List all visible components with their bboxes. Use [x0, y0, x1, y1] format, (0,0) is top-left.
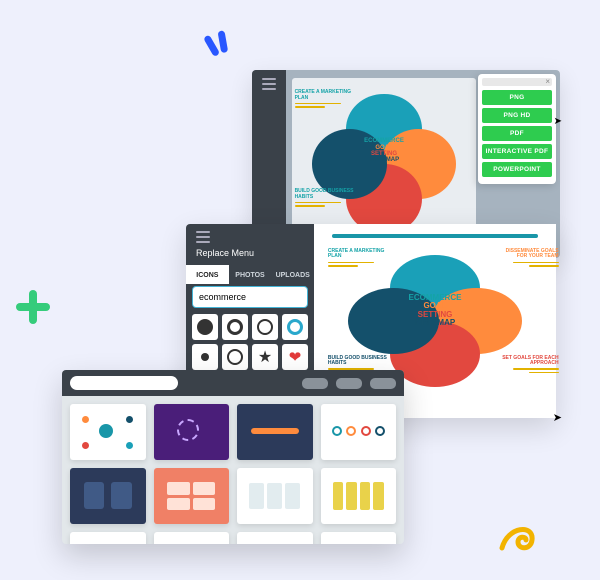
template-thumb[interactable] — [70, 468, 146, 524]
node-bottom: SET GOALS FOR EACH APPROACH — [497, 356, 559, 376]
hamburger-icon[interactable] — [262, 78, 276, 93]
star-icon: ★ — [258, 347, 272, 367]
icon-option[interactable] — [282, 314, 308, 340]
export-option-png[interactable]: PNG — [482, 90, 552, 105]
close-icon[interactable]: × — [545, 77, 550, 86]
template-thumb[interactable] — [154, 532, 230, 544]
icon-option[interactable]: ❤ — [282, 344, 308, 370]
template-thumb[interactable] — [237, 532, 313, 544]
toolbar-pill[interactable] — [370, 378, 396, 389]
icon-option[interactable] — [192, 344, 218, 370]
cursor-icon: ➤ — [553, 411, 562, 424]
replace-panel-title: Replace Menu — [196, 248, 304, 258]
gallery-search[interactable] — [70, 376, 178, 390]
heart-icon: ❤ — [289, 348, 302, 366]
template-thumb[interactable] — [70, 404, 146, 460]
icon-option[interactable] — [222, 344, 248, 370]
hamburger-icon[interactable] — [196, 231, 210, 246]
template-thumb[interactable] — [154, 468, 230, 524]
mindmap-diagram: ECOMMERCE GOAL SETTING MIND MAP CREATE A… — [298, 84, 470, 244]
icon-option[interactable] — [192, 314, 218, 340]
node-right: DISSEMINATE GOALS FOR YOUR TEAM — [497, 249, 559, 269]
toolbar-pill[interactable] — [336, 378, 362, 389]
export-option-ppt[interactable]: POWERPOINT — [482, 162, 552, 177]
template-thumb[interactable] — [237, 404, 313, 460]
decoration-swirl — [498, 518, 540, 554]
icon-search[interactable] — [192, 286, 308, 308]
export-menu: × PNG PNG HD PDF INTERACTIVE PDF POWERPO… — [478, 74, 556, 184]
icon-option[interactable]: ★ — [252, 344, 278, 370]
node-left: BUILD GOOD BUSINESS HABITS — [295, 189, 357, 209]
template-thumb[interactable] — [321, 532, 397, 544]
mindmap-title: ECOMMERCE GOAL SETTING MIND MAP — [394, 294, 476, 328]
tab-icons[interactable]: ICONS — [186, 265, 229, 284]
icon-option[interactable] — [222, 314, 248, 340]
template-thumb[interactable] — [321, 404, 397, 460]
template-thumb[interactable] — [321, 468, 397, 524]
replace-tabs: ICONS PHOTOS UPLOADS — [186, 265, 314, 284]
export-option-intpdf[interactable]: INTERACTIVE PDF — [482, 144, 552, 159]
toolbar-pill[interactable] — [302, 378, 328, 389]
tab-uploads[interactable]: UPLOADS — [271, 265, 314, 284]
search-input[interactable] — [199, 292, 316, 302]
tab-photos[interactable]: PHOTOS — [229, 265, 272, 284]
export-option-pnghd[interactable]: PNG HD — [482, 108, 552, 123]
export-menu-header: × — [482, 78, 552, 86]
decoration-dashes — [201, 28, 239, 66]
gallery-toolbar — [62, 370, 404, 396]
mindmap-title: ECOMMERCE GOAL SETTING MIND MAP — [350, 138, 419, 163]
template-grid — [62, 396, 404, 544]
node-top: CREATE A MARKETING PLAN — [295, 90, 357, 110]
export-option-pdf[interactable]: PDF — [482, 126, 552, 141]
cursor-icon: ➤ — [554, 116, 562, 127]
canvas-header-bar — [332, 234, 538, 238]
template-thumb[interactable] — [70, 532, 146, 544]
template-thumb[interactable] — [237, 468, 313, 524]
node-top: CREATE A MARKETING PLAN — [328, 249, 390, 269]
window-template-gallery — [62, 370, 404, 544]
icon-grid: ★ ❤ — [192, 314, 308, 370]
icon-option[interactable] — [252, 314, 278, 340]
template-thumb[interactable] — [154, 404, 230, 460]
decoration-plus — [16, 290, 50, 324]
